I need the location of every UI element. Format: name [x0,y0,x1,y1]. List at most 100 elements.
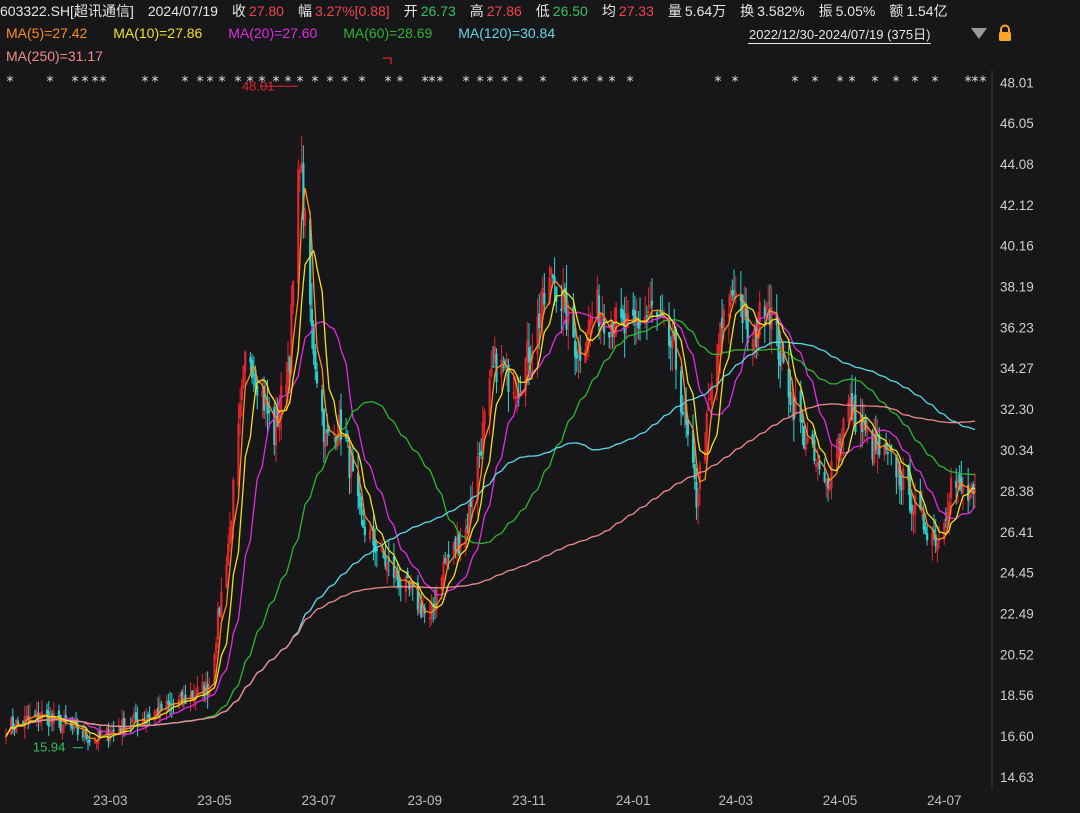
candle-body [703,451,707,461]
candle-body [514,395,517,400]
candle-body [826,478,830,489]
candle-body [478,453,481,455]
candle-body [589,318,592,326]
event-star-icon: * [872,74,879,90]
candle-body [493,346,496,364]
candle-body [447,554,450,558]
candle-body [849,397,852,405]
candle-body [191,690,194,699]
candle-body [968,494,971,499]
candle-body [791,392,794,403]
event-star-icon: * [235,74,242,90]
event-star-icon: * [732,74,739,90]
y-tick-label: 18.56 [1000,688,1034,703]
candle-body [86,741,90,744]
candle-body [218,607,221,615]
candle-body [649,304,652,308]
candle-body [842,418,845,438]
x-tick-label: 24-03 [718,793,753,808]
y-tick-label: 44.08 [1000,157,1034,172]
candle-body [71,725,74,729]
candle-body [789,391,792,405]
candle-body [300,162,303,173]
candle-body [866,427,869,433]
candle-body [577,349,580,355]
event-star-icon: * [965,74,972,90]
candle-body [512,392,515,394]
x-tick-label: 23-09 [407,793,442,808]
candle-body [252,374,255,377]
candle-body [936,542,939,551]
candle-body [310,309,313,326]
candle-body [818,460,821,470]
candle-body [536,316,539,354]
candle-body [314,351,317,370]
candle-body [326,429,329,433]
candle-body [112,729,115,732]
y-tick-label: 32.30 [1000,402,1034,417]
candle-body [731,290,734,296]
candle-body [912,511,915,516]
candle-body [483,411,486,426]
candle-body [196,686,199,695]
candle-body [681,411,684,415]
event-star-icon: * [7,74,14,90]
candle-body [787,368,790,398]
x-tick-label: 23-03 [93,793,128,808]
candle-body [779,352,782,367]
event-star-icon: * [259,74,266,90]
candle-body [285,384,288,393]
candle-body [709,397,712,400]
candle-body [216,609,220,640]
candle-body [551,274,554,279]
event-star-icon: * [912,74,919,90]
candle-body [165,700,168,712]
candle-body [374,541,377,553]
min-annotation-label: 15.94 [33,740,66,755]
candle-body [227,543,230,566]
ma5-line [5,187,976,743]
event-star-icon: * [342,74,349,90]
event-star-icon: * [792,74,799,90]
event-star-icon: * [207,74,214,90]
candle-body [722,309,725,330]
candle-body [767,302,770,305]
candle-body [686,419,689,436]
candle-body [816,462,819,466]
event-star-icon: * [517,74,524,90]
candle-body [835,455,838,457]
candle-body [902,468,905,491]
candle-body [565,292,568,330]
candle-body [350,460,353,477]
candle-body [650,300,654,306]
candle-body [146,715,149,718]
candle-body [488,378,491,416]
candle-body [480,450,483,456]
candle-body [560,308,563,312]
event-star-icon: * [502,74,509,90]
candle-body [538,313,541,329]
event-star-icon: * [72,74,79,90]
candle-body [697,494,700,507]
kline-chart[interactable]: 48.01 46.05 44.08 42.12 40.16 38.19 36.23 34.27… [0,0,1080,813]
candle-body [244,351,247,372]
candle-body [695,481,698,508]
event-star-icon: * [312,74,319,90]
candle-body [626,313,630,323]
event-star-icon: * [219,74,226,90]
candle-body [710,383,713,405]
event-star-icon: * [247,74,254,90]
x-tick-label: 24-05 [823,793,858,808]
candle-body [801,419,804,423]
candle-body [924,526,927,534]
candle-body [348,445,351,478]
x-tick-label: 23-11 [512,793,546,808]
candle-body [418,601,421,613]
event-star-icon: * [893,74,900,90]
event-star-icon: * [627,74,634,90]
candle-body [683,407,686,410]
candle-body [454,538,457,551]
candle-body [656,312,659,317]
candle-body [944,518,948,521]
candle-body [45,709,49,715]
